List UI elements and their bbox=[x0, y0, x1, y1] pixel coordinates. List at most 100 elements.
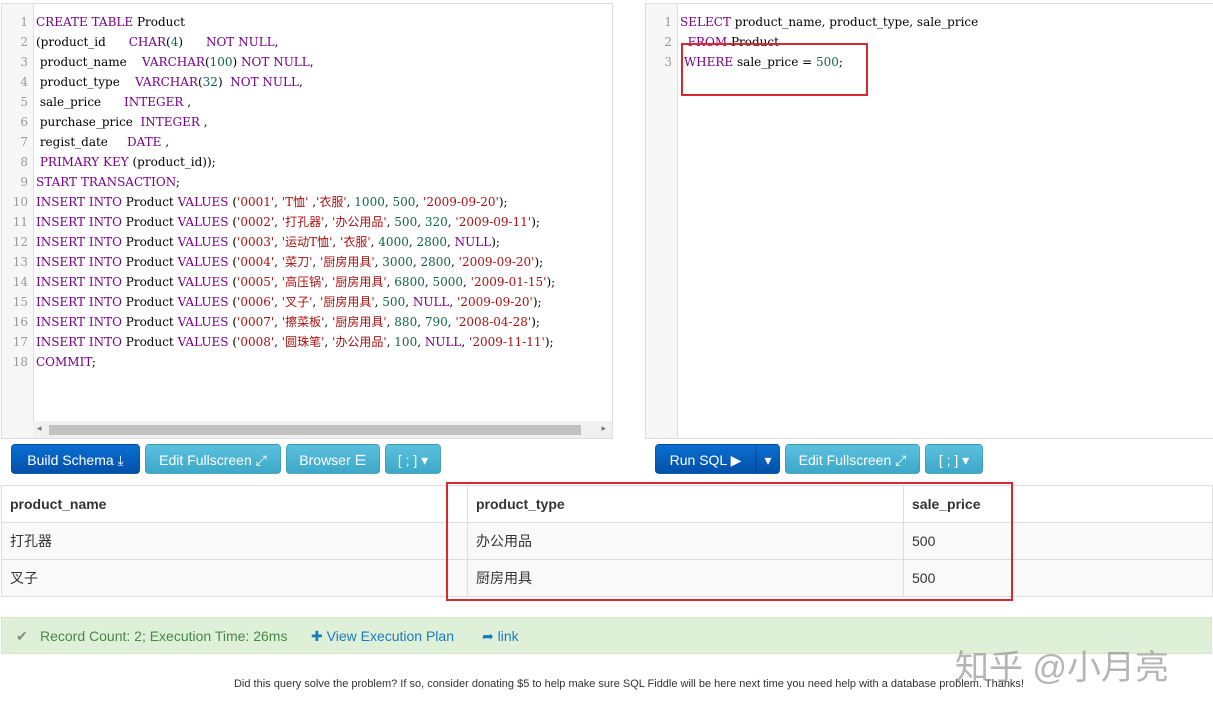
code-token: , bbox=[312, 255, 321, 269]
code-token: '厨房用具' bbox=[332, 275, 387, 289]
code-token: , bbox=[324, 275, 333, 289]
code-line: 14 INSERT INTO Product VALUES ('0005', '高… bbox=[2, 272, 555, 292]
line-number: 3 bbox=[20, 55, 28, 69]
code-token: , bbox=[463, 275, 471, 289]
code-token: ); bbox=[532, 295, 542, 309]
code-token: ( bbox=[228, 195, 238, 209]
code-token: 100 bbox=[209, 55, 233, 69]
code-token: regist_date bbox=[36, 135, 127, 149]
code-token: Product bbox=[125, 215, 178, 229]
code-token: , bbox=[324, 335, 333, 349]
code-token: , bbox=[298, 75, 303, 89]
code-token: ); bbox=[531, 315, 540, 329]
code-token: '厨房用具' bbox=[320, 295, 375, 309]
code-token: '2009-09-20' bbox=[423, 195, 499, 209]
code-token: '叉子' bbox=[281, 295, 313, 309]
code-token: NULL bbox=[412, 295, 450, 309]
run-sql-button[interactable]: Run SQL ▶ bbox=[655, 444, 756, 474]
code-token: NOT NULL bbox=[241, 55, 310, 69]
line-number: 8 bbox=[20, 155, 28, 169]
edit-fullscreen-query-button[interactable]: Edit Fullscreen ⤢ bbox=[785, 444, 920, 474]
code-token: 3000 bbox=[382, 255, 413, 269]
view-execution-plan-link[interactable]: ✚ View Execution Plan bbox=[311, 618, 454, 654]
code-token: VARCHAR bbox=[135, 75, 198, 89]
code-token: product_name bbox=[36, 55, 143, 69]
query-delimiter-button[interactable]: [ ; ] ▾ bbox=[925, 444, 983, 474]
delimiter-button[interactable]: [ ; ] ▾ bbox=[385, 444, 441, 474]
line-number: 10 bbox=[12, 195, 28, 209]
code-token: VALUES bbox=[177, 215, 229, 229]
code-token: Product bbox=[125, 295, 178, 309]
code-token: '0006' bbox=[237, 295, 275, 309]
schema-code[interactable]: 1 CREATE TABLE Product 2 (product_id CHAR (4… bbox=[2, 12, 555, 372]
horizontal-scrollbar[interactable]: ◂ ▸ bbox=[33, 421, 612, 438]
code-token: DATE bbox=[126, 135, 162, 149]
code-token: , bbox=[274, 275, 282, 289]
code-line: 7 regist_date DATE , bbox=[2, 132, 555, 152]
code-token: , bbox=[312, 295, 321, 309]
code-line: 9 START TRANSACTION; bbox=[2, 172, 555, 192]
code-token: '0003' bbox=[237, 235, 275, 249]
code-token: ( bbox=[228, 315, 238, 329]
code-token: COMMIT bbox=[36, 355, 92, 369]
code-token: '高压锅' bbox=[281, 275, 325, 289]
code-token: INSERT INTO bbox=[36, 255, 126, 269]
code-token: 2800 bbox=[416, 235, 448, 249]
code-token: , bbox=[332, 235, 341, 249]
code-token: ) bbox=[232, 55, 242, 69]
code-line: 11 INSERT INTO Product VALUES ('0002', '打… bbox=[2, 212, 555, 232]
code-line: 8 PRIMARY KEY (product_id)); bbox=[2, 152, 555, 172]
code-token: ( bbox=[228, 335, 238, 349]
code-token: SELECT bbox=[680, 15, 731, 29]
code-token: INSERT INTO bbox=[36, 295, 126, 309]
code-token: , bbox=[324, 315, 333, 329]
code-token: 500 bbox=[394, 215, 418, 229]
code-token: (product_id bbox=[36, 35, 129, 49]
code-token: VALUES bbox=[177, 235, 229, 249]
code-token: , bbox=[461, 335, 470, 349]
code-token: , bbox=[274, 255, 282, 269]
permalink[interactable]: ➦ link bbox=[482, 618, 519, 654]
code-token: , bbox=[274, 315, 282, 329]
code-token: 1000 bbox=[354, 195, 385, 209]
highlight-results bbox=[446, 482, 1013, 601]
run-sql-dropdown[interactable]: ▾ bbox=[756, 444, 780, 474]
scroll-left-icon[interactable]: ◂ bbox=[37, 423, 42, 434]
cell: 叉子 bbox=[1, 559, 468, 597]
schema-editor[interactable]: 1 CREATE TABLE Product 2 (product_id CHAR (4… bbox=[1, 3, 613, 439]
code-line: 3 product_name VARCHAR(100) NOT NULL, bbox=[2, 52, 555, 72]
code-token: Product bbox=[125, 255, 178, 269]
scrollbar-thumb[interactable] bbox=[49, 425, 581, 435]
code-token: ) bbox=[217, 75, 231, 89]
code-token: Product bbox=[125, 275, 178, 289]
edit-fullscreen-button[interactable]: Edit Fullscreen ⤢ bbox=[145, 444, 281, 474]
code-token: , bbox=[447, 235, 455, 249]
code-token: '运动T恤' bbox=[281, 235, 333, 249]
code-token: '圆珠笔' bbox=[281, 335, 325, 349]
check-icon: ✔ bbox=[16, 628, 28, 644]
scroll-right-icon[interactable]: ▸ bbox=[601, 423, 606, 434]
build-schema-button[interactable]: Build Schema ⤓ bbox=[11, 444, 140, 474]
code-token: , bbox=[417, 315, 425, 329]
code-token: '2009-09-11' bbox=[455, 215, 532, 229]
code-token: INSERT INTO bbox=[36, 195, 126, 209]
code-token: NULL bbox=[424, 335, 462, 349]
code-token: '厨房用具' bbox=[320, 255, 375, 269]
code-line: 1 SELECT product_name, product_type, sale… bbox=[646, 12, 978, 32]
browser-button[interactable]: Browser ⋿ bbox=[286, 444, 380, 474]
code-token: 6800 bbox=[394, 275, 425, 289]
code-token: START TRANSACTION bbox=[36, 175, 176, 189]
code-token: '0001' bbox=[237, 195, 275, 209]
line-number: 6 bbox=[20, 115, 28, 129]
code-line: 17 INSERT INTO Product VALUES ('0008', '圆… bbox=[2, 332, 555, 352]
code-token: NOT NULL bbox=[230, 75, 299, 89]
code-token: 'T恤' bbox=[281, 195, 309, 209]
code-line: 10 INSERT INTO Product VALUES ('0001', 'T… bbox=[2, 192, 555, 212]
line-number: 13 bbox=[12, 255, 28, 269]
line-number: 2 bbox=[20, 35, 28, 49]
record-count: Record Count: 2; Execution Time: 26ms bbox=[40, 628, 288, 644]
line-number: 18 bbox=[12, 355, 28, 369]
code-token: , bbox=[308, 195, 317, 209]
line-number: 17 bbox=[12, 335, 28, 349]
code-token: 880 bbox=[394, 315, 418, 329]
